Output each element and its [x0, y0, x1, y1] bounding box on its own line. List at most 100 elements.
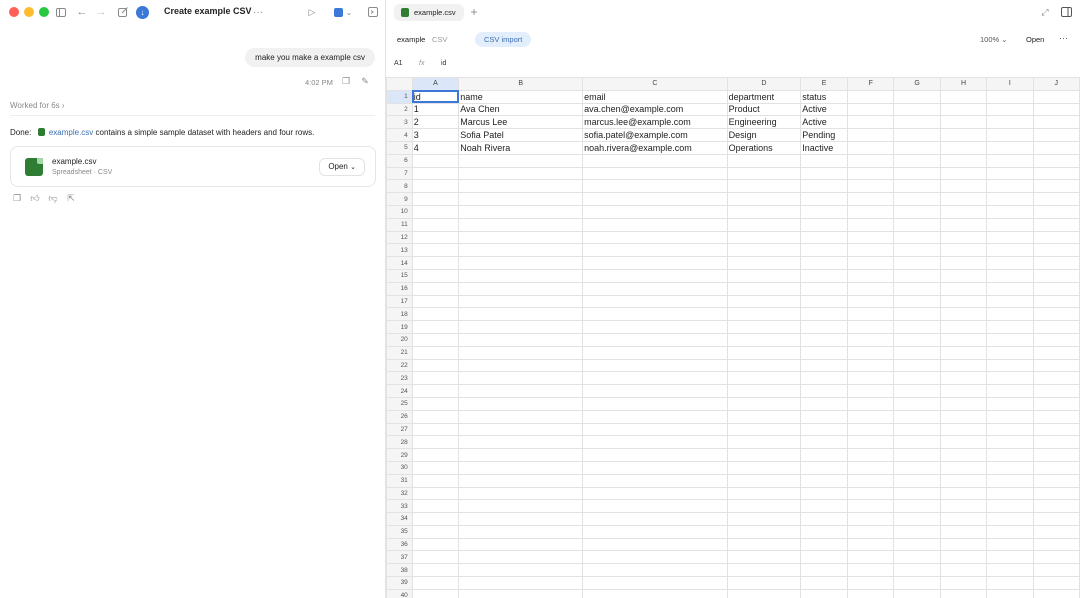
- cell-i37[interactable]: [986, 550, 1034, 565]
- cell-b32[interactable]: [458, 486, 584, 501]
- cell-c19[interactable]: [582, 320, 728, 334]
- cell-i32[interactable]: [986, 486, 1034, 501]
- cell-d32[interactable]: [726, 486, 802, 501]
- cell-c14[interactable]: [582, 256, 728, 270]
- cell-c11[interactable]: [582, 217, 728, 232]
- cell-i25[interactable]: [986, 396, 1034, 411]
- column-header-i[interactable]: I: [986, 77, 1034, 91]
- cell-g26[interactable]: [893, 409, 941, 424]
- cell-j16[interactable]: [1032, 281, 1080, 296]
- cell-d19[interactable]: [726, 320, 802, 334]
- cell-e17[interactable]: [800, 294, 849, 309]
- file-card-open-button[interactable]: Open ⌄: [319, 158, 365, 176]
- cell-g23[interactable]: [893, 371, 941, 386]
- cell-i38[interactable]: [986, 563, 1034, 578]
- row-header[interactable]: 11: [386, 217, 413, 232]
- formula-input[interactable]: id: [441, 60, 446, 67]
- cell-j19[interactable]: [1032, 320, 1080, 334]
- cell-i13[interactable]: [986, 243, 1034, 258]
- cell-g18[interactable]: [893, 307, 941, 322]
- cell-g29[interactable]: [893, 448, 941, 462]
- cell-h20[interactable]: [939, 332, 988, 347]
- cell-i23[interactable]: [986, 371, 1034, 386]
- cell-d29[interactable]: [726, 448, 802, 462]
- cell-i4[interactable]: [986, 128, 1034, 142]
- cell-i3[interactable]: [986, 115, 1034, 130]
- cell-c6[interactable]: [582, 153, 728, 168]
- row-header[interactable]: 15: [386, 268, 413, 283]
- cell-a31[interactable]: [411, 473, 460, 488]
- cell-b1[interactable]: name: [458, 89, 584, 104]
- cell-h19[interactable]: [939, 320, 988, 334]
- cell-d13[interactable]: [726, 243, 802, 258]
- cell-j1[interactable]: [1032, 89, 1080, 104]
- cell-i18[interactable]: [986, 307, 1034, 322]
- cell-j29[interactable]: [1032, 448, 1080, 462]
- cell-e8[interactable]: [800, 179, 849, 194]
- cell-f26[interactable]: [847, 409, 895, 424]
- cell-a35[interactable]: [411, 524, 460, 539]
- cell-d37[interactable]: [726, 550, 802, 565]
- cell-a19[interactable]: [411, 320, 460, 334]
- row-header[interactable]: 33: [386, 499, 413, 514]
- row-header[interactable]: 22: [386, 358, 413, 373]
- cell-a6[interactable]: [411, 153, 460, 168]
- cell-i11[interactable]: [986, 217, 1034, 232]
- row-header[interactable]: 23: [386, 371, 413, 386]
- cell-b15[interactable]: [458, 268, 584, 283]
- download-icon[interactable]: ↓: [136, 6, 149, 19]
- cell-d33[interactable]: [726, 499, 802, 514]
- cell-a21[interactable]: [411, 345, 460, 360]
- column-header-d[interactable]: D: [726, 77, 802, 91]
- cell-c26[interactable]: [582, 409, 728, 424]
- row-header[interactable]: 4: [386, 128, 413, 142]
- cell-g13[interactable]: [893, 243, 941, 258]
- cell-b2[interactable]: Ava Chen: [458, 102, 584, 117]
- cell-g25[interactable]: [893, 396, 941, 411]
- cell-e15[interactable]: [800, 268, 849, 283]
- cell-h13[interactable]: [939, 243, 988, 258]
- cell-d23[interactable]: [726, 371, 802, 386]
- cell-c37[interactable]: [582, 550, 728, 565]
- file-link[interactable]: example.csv: [49, 128, 93, 137]
- row-header[interactable]: 14: [386, 256, 413, 270]
- cell-e32[interactable]: [800, 486, 849, 501]
- cell-a18[interactable]: [411, 307, 460, 322]
- cell-f3[interactable]: [847, 115, 895, 130]
- row-header[interactable]: 34: [386, 512, 413, 526]
- cell-j26[interactable]: [1032, 409, 1080, 424]
- cell-j31[interactable]: [1032, 473, 1080, 488]
- cell-i31[interactable]: [986, 473, 1034, 488]
- csv-import-button[interactable]: CSV import: [475, 32, 532, 47]
- column-header-g[interactable]: G: [893, 77, 941, 91]
- cell-g2[interactable]: [893, 102, 941, 117]
- cell-c12[interactable]: [582, 230, 728, 245]
- cell-j32[interactable]: [1032, 486, 1080, 501]
- cell-i10[interactable]: [986, 204, 1034, 219]
- cell-g35[interactable]: [893, 524, 941, 539]
- tab-example-csv[interactable]: example.csv: [394, 4, 464, 21]
- cell-j20[interactable]: [1032, 332, 1080, 347]
- compose-icon[interactable]: [117, 6, 129, 18]
- cell-a13[interactable]: [411, 243, 460, 258]
- cell-e6[interactable]: [800, 153, 849, 168]
- cell-b16[interactable]: [458, 281, 584, 296]
- cell-f20[interactable]: [847, 332, 895, 347]
- cell-reference[interactable]: A1: [394, 60, 403, 67]
- cell-a9[interactable]: [411, 192, 460, 206]
- cell-h38[interactable]: [939, 563, 988, 578]
- cell-e18[interactable]: [800, 307, 849, 322]
- cell-j2[interactable]: [1032, 102, 1080, 117]
- cell-e21[interactable]: [800, 345, 849, 360]
- cell-e35[interactable]: [800, 524, 849, 539]
- row-header[interactable]: 28: [386, 435, 413, 450]
- cell-c5[interactable]: noah.rivera@example.com: [582, 140, 728, 155]
- cell-f5[interactable]: [847, 140, 895, 155]
- cell-j38[interactable]: [1032, 563, 1080, 578]
- cell-d3[interactable]: Engineering: [726, 115, 802, 130]
- cell-j40[interactable]: [1032, 588, 1080, 598]
- cell-h16[interactable]: [939, 281, 988, 296]
- row-header[interactable]: 8: [386, 179, 413, 194]
- cell-f30[interactable]: [847, 460, 895, 475]
- cell-h9[interactable]: [939, 192, 988, 206]
